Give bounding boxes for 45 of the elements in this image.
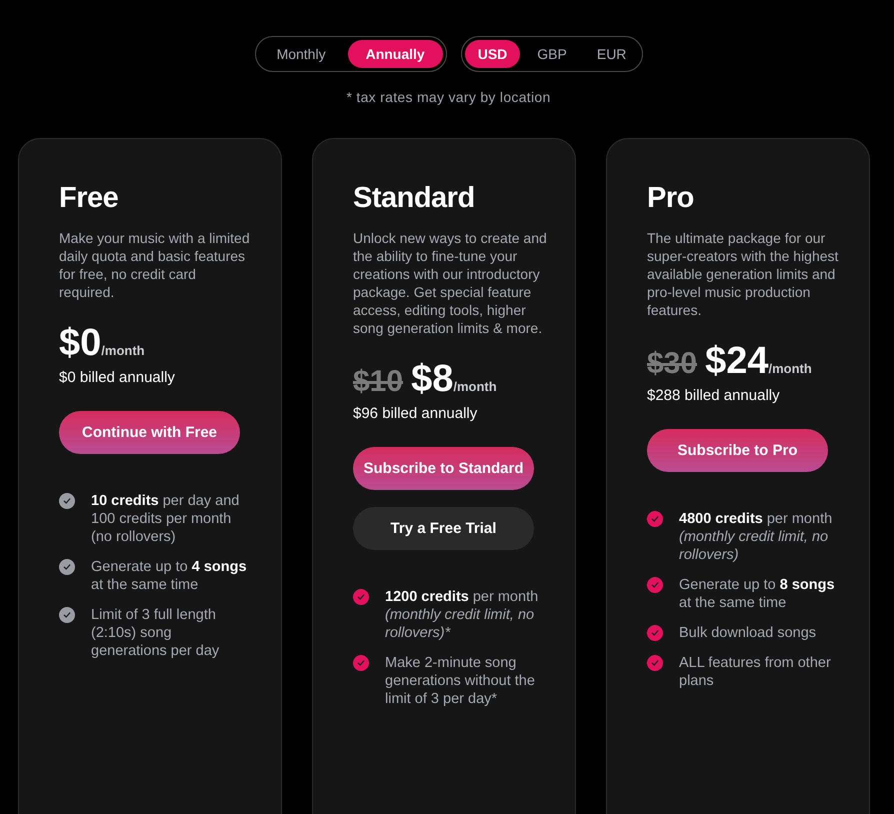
billing-total: $0 billed annually	[59, 369, 176, 386]
feature-text: 4800 credits per month (monthly credit limit, no rollovers)	[679, 510, 834, 564]
subscribe-button[interactable]: Continue with Free	[59, 411, 240, 454]
feature-text: Make 2-minute song generations without the limit of 3 per day*	[385, 654, 536, 708]
check-icon	[647, 655, 663, 671]
subscribe-button[interactable]: Subscribe to Pro	[647, 429, 828, 472]
original-price: $10	[353, 365, 404, 399]
billing-option[interactable]: Monthly	[258, 40, 344, 68]
check-icon	[647, 511, 663, 527]
tax-note: * tax rates may vary by location	[345, 89, 552, 105]
billing-total: $96 billed annually	[353, 405, 478, 422]
feature-text: Generate up to 8 songs at the same time	[679, 576, 836, 612]
check-icon	[647, 577, 663, 593]
feature-text: ALL features from other plans	[679, 654, 832, 690]
feature-text: 10 credits per day and 100 credits per month (no rollovers)	[91, 492, 240, 546]
feature-text: 1200 credits per month (monthly credit limit, no rollovers)*	[385, 588, 540, 642]
currency-option[interactable]: EUR	[584, 40, 640, 68]
price: $24	[705, 339, 768, 383]
currency-option[interactable]: USD	[464, 40, 520, 68]
plan-description: The ultimate package for our super-creators with the highest available generation limits and pro-level music production features.	[647, 229, 840, 319]
check-icon	[647, 625, 663, 641]
check-icon	[353, 589, 369, 605]
feature-text: Limit of 3 full length (2:10s) song generations per day	[91, 606, 220, 660]
check-icon	[59, 493, 75, 509]
subscribe-button[interactable]: Subscribe to Standard	[353, 447, 534, 490]
price-period: /month	[768, 361, 812, 376]
billing-total: $288 billed annually	[647, 387, 781, 404]
check-icon	[59, 559, 75, 575]
plan-description: Unlock new ways to create and the ability to fine-tune your creations with our introductory package. Get special feature access, editing tools, higher song generation limits & more.	[353, 229, 548, 337]
check-icon	[59, 607, 75, 623]
feature-text: Bulk download songs	[679, 624, 818, 642]
original-price: $30	[647, 347, 698, 381]
trial-button[interactable]: Try a Free Trial	[353, 507, 534, 550]
plan-description: Make your music with a limited daily quota and basic features for free, no credit card required.	[59, 229, 251, 301]
plan-title: Standard	[353, 181, 476, 216]
check-icon	[353, 655, 369, 671]
plan-title: Free	[59, 181, 120, 216]
price-period: /month	[453, 379, 497, 394]
billing-option[interactable]: Annually	[348, 40, 443, 68]
price: $0	[59, 321, 102, 365]
price-period: /month	[101, 343, 145, 358]
price: $8	[411, 357, 454, 401]
plan-title: Pro	[647, 181, 695, 216]
currency-option[interactable]: GBP	[524, 40, 580, 68]
feature-text: Generate up to 4 songs at the same time	[91, 558, 248, 594]
